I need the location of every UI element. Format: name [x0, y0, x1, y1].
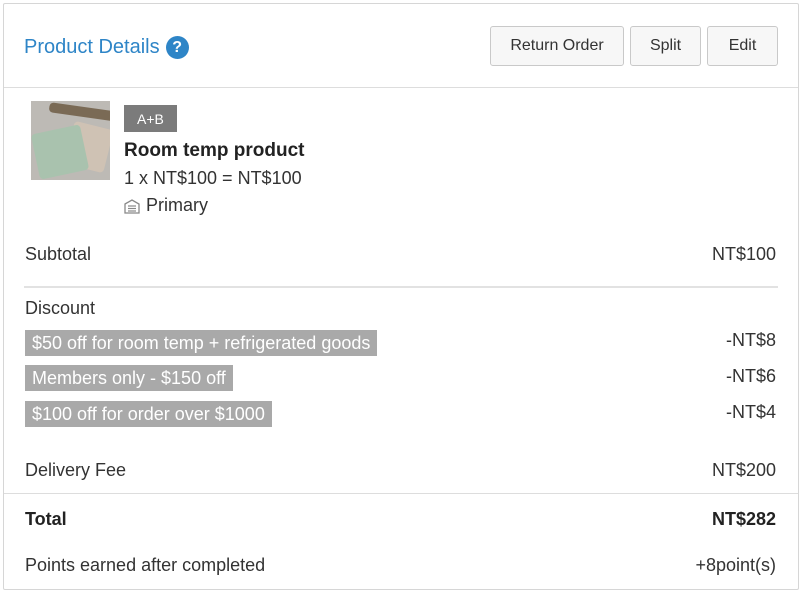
help-icon[interactable]: ?	[165, 36, 189, 59]
divider	[4, 493, 798, 494]
return-order-button[interactable]: Return Order	[490, 26, 624, 66]
total-value: NT$282	[711, 509, 776, 529]
discount-item-label: $100 off for order over $1000	[25, 401, 272, 427]
subtotal-label: Subtotal	[25, 244, 92, 264]
product-thumbnail[interactable]	[31, 101, 110, 180]
panel-header: Product Details ? Return Order Split Edi…	[4, 4, 798, 88]
panel-title-text: Product Details	[24, 36, 160, 58]
points-value: +8point(s)	[695, 555, 776, 575]
warehouse-icon	[124, 198, 140, 214]
total-label: Total	[25, 509, 67, 529]
product-details-panel: Product Details ? Return Order Split Edi…	[3, 3, 799, 590]
product-warehouse: Primary	[124, 195, 208, 216]
points-label: Points earned after completed	[25, 555, 266, 575]
product-name: Room temp product	[124, 140, 305, 161]
edit-button[interactable]: Edit	[707, 26, 778, 66]
divider	[24, 286, 778, 288]
warehouse-name: Primary	[146, 195, 208, 215]
discount-item-value: -NT$6	[725, 366, 776, 386]
delivery-fee-value: NT$200	[711, 460, 776, 480]
product-tag-badge: A+B	[124, 105, 177, 132]
discount-label: Discount	[25, 298, 96, 318]
product-price-line: 1 x NT$100 = NT$100	[124, 168, 302, 188]
panel-title: Product Details ?	[24, 36, 189, 59]
discount-item-label: $50 off for room temp + refrigerated goo…	[25, 330, 378, 356]
discount-item-value: -NT$4	[725, 402, 776, 422]
discount-item-label: Members only - $150 off	[25, 365, 233, 391]
subtotal-value: NT$100	[711, 244, 776, 264]
split-button[interactable]: Split	[630, 26, 701, 66]
discount-item-value: -NT$8	[725, 330, 776, 350]
delivery-fee-label: Delivery Fee	[25, 460, 127, 480]
